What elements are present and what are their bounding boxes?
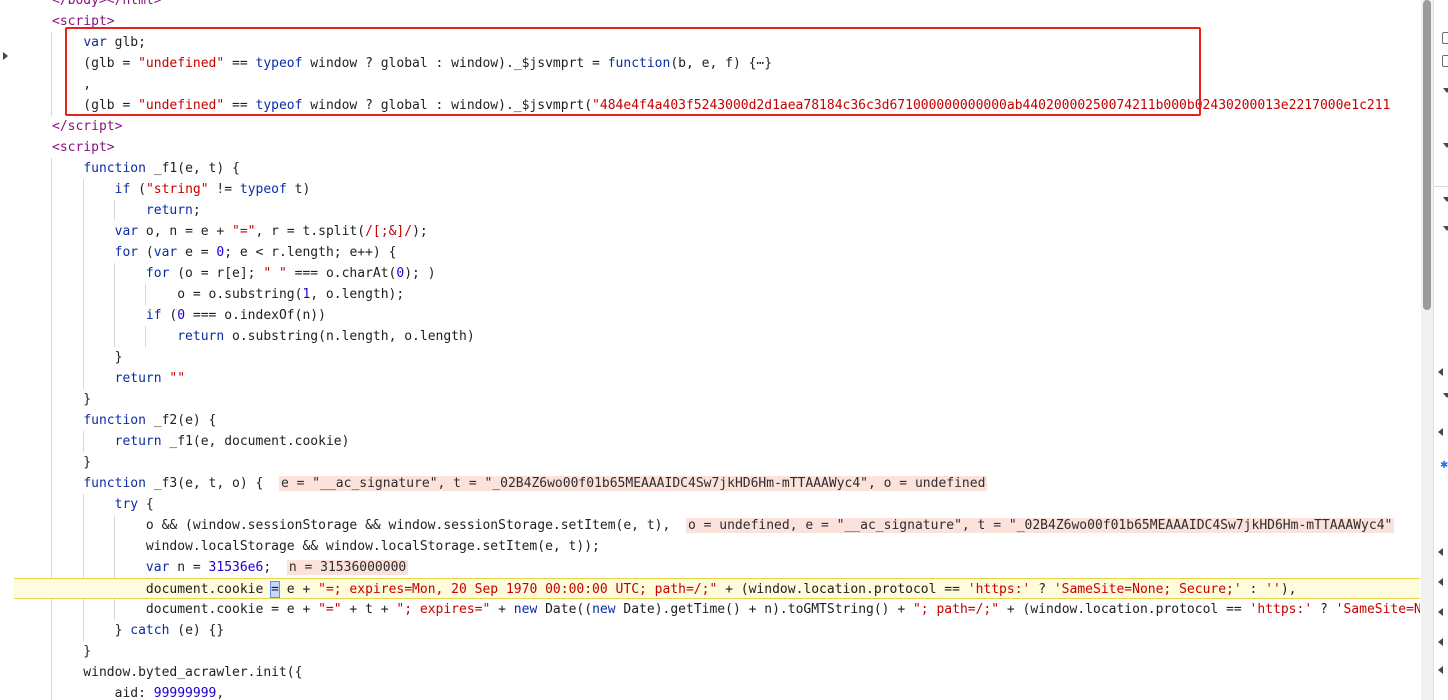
collapse-triangle-icon[interactable] xyxy=(1443,393,1448,398)
checkbox-icon[interactable] xyxy=(1442,32,1448,44)
collapse-triangle-icon[interactable] xyxy=(1443,88,1448,93)
star-icon[interactable]: ✱ xyxy=(1440,460,1448,471)
code-line[interactable]: function _f2(e) { xyxy=(14,410,1420,431)
code-line[interactable]: window.byted_acrawler.init({ xyxy=(14,662,1420,683)
code-line[interactable]: return _f1(e, document.cookie) xyxy=(14,431,1420,452)
code-line[interactable]: document.cookie = e + "=" + t + "; expir… xyxy=(14,599,1420,620)
code-line[interactable]: return; xyxy=(14,200,1420,221)
code-line[interactable]: aid: 99999999, xyxy=(14,683,1420,700)
code-line[interactable]: function _f1(e, t) { xyxy=(14,158,1420,179)
code-line[interactable]: } xyxy=(14,389,1420,410)
code-line[interactable]: } xyxy=(14,452,1420,473)
scroll-left-icon[interactable] xyxy=(1438,548,1443,556)
vertical-scrollbar[interactable] xyxy=(1421,0,1433,700)
code-line[interactable]: if ("string" != typeof t) xyxy=(14,179,1420,200)
code-line[interactable]: o && (window.sessionStorage && window.se… xyxy=(14,515,1420,536)
collapse-triangle-icon[interactable] xyxy=(1443,197,1448,202)
code-line[interactable]: } xyxy=(14,347,1420,368)
code-line[interactable]: return "" xyxy=(14,368,1420,389)
scroll-left-icon[interactable] xyxy=(1438,666,1443,674)
code-line[interactable]: if (0 === o.indexOf(n)) xyxy=(14,305,1420,326)
panel-divider xyxy=(1434,186,1448,187)
line-gutter[interactable] xyxy=(0,0,14,700)
code-line[interactable]: (glb = "undefined" == typeof window ? gl… xyxy=(14,95,1420,116)
code-line[interactable]: return o.substring(n.length, o.length) xyxy=(14,326,1420,347)
collapse-triangle-icon[interactable] xyxy=(1443,226,1448,231)
scrollbar-thumb[interactable] xyxy=(1423,0,1431,310)
code-line[interactable]: window.localStorage && window.localStora… xyxy=(14,536,1420,557)
scroll-left-icon[interactable] xyxy=(1438,578,1443,586)
scroll-left-icon[interactable] xyxy=(1438,638,1443,646)
code-line[interactable]: } catch (e) {} xyxy=(14,620,1420,641)
checkbox-icon[interactable] xyxy=(1442,55,1448,67)
scroll-left-icon[interactable] xyxy=(1438,608,1443,616)
code-line[interactable]: , xyxy=(14,74,1420,95)
code-line[interactable]: (glb = "undefined" == typeof window ? gl… xyxy=(14,53,1420,74)
scroll-left-icon[interactable] xyxy=(1438,368,1443,376)
code-line[interactable]: for (var e = 0; e < r.length; e++) { xyxy=(14,242,1420,263)
code-line[interactable]: <script> xyxy=(14,137,1420,158)
code-line[interactable]: var o, n = e + "=", r = t.split(/[;&]/); xyxy=(14,221,1420,242)
scroll-left-icon[interactable] xyxy=(1438,428,1443,436)
collapse-triangle-icon[interactable] xyxy=(1443,143,1448,148)
code-line[interactable]: var n = 31536e6; n = 31536000000 xyxy=(14,557,1420,578)
code-line[interactable]: o = o.substring(1, o.length); xyxy=(14,284,1420,305)
current-execution-line[interactable]: document.cookie = e + "=; expires=Mon, 2… xyxy=(14,578,1420,599)
code-line[interactable]: function _f3(e, t, o) { e = "__ac_signat… xyxy=(14,473,1420,494)
code-line[interactable]: </script> xyxy=(14,116,1420,137)
source-code-editor[interactable]: </body></html> <script> var glb; (glb = "… xyxy=(14,0,1420,700)
debugger-side-panel-edge: ✱ xyxy=(1433,0,1448,700)
code-line[interactable]: var glb; xyxy=(14,32,1420,53)
code-line[interactable]: } xyxy=(14,641,1420,662)
code-line[interactable]: </body></html> xyxy=(14,0,1420,11)
code-line[interactable]: <script> xyxy=(14,11,1420,32)
expand-arrow-icon[interactable] xyxy=(3,52,8,60)
code-line[interactable]: for (o = r[e]; " " === o.charAt(0); ) xyxy=(14,263,1420,284)
code-line[interactable]: try { xyxy=(14,494,1420,515)
